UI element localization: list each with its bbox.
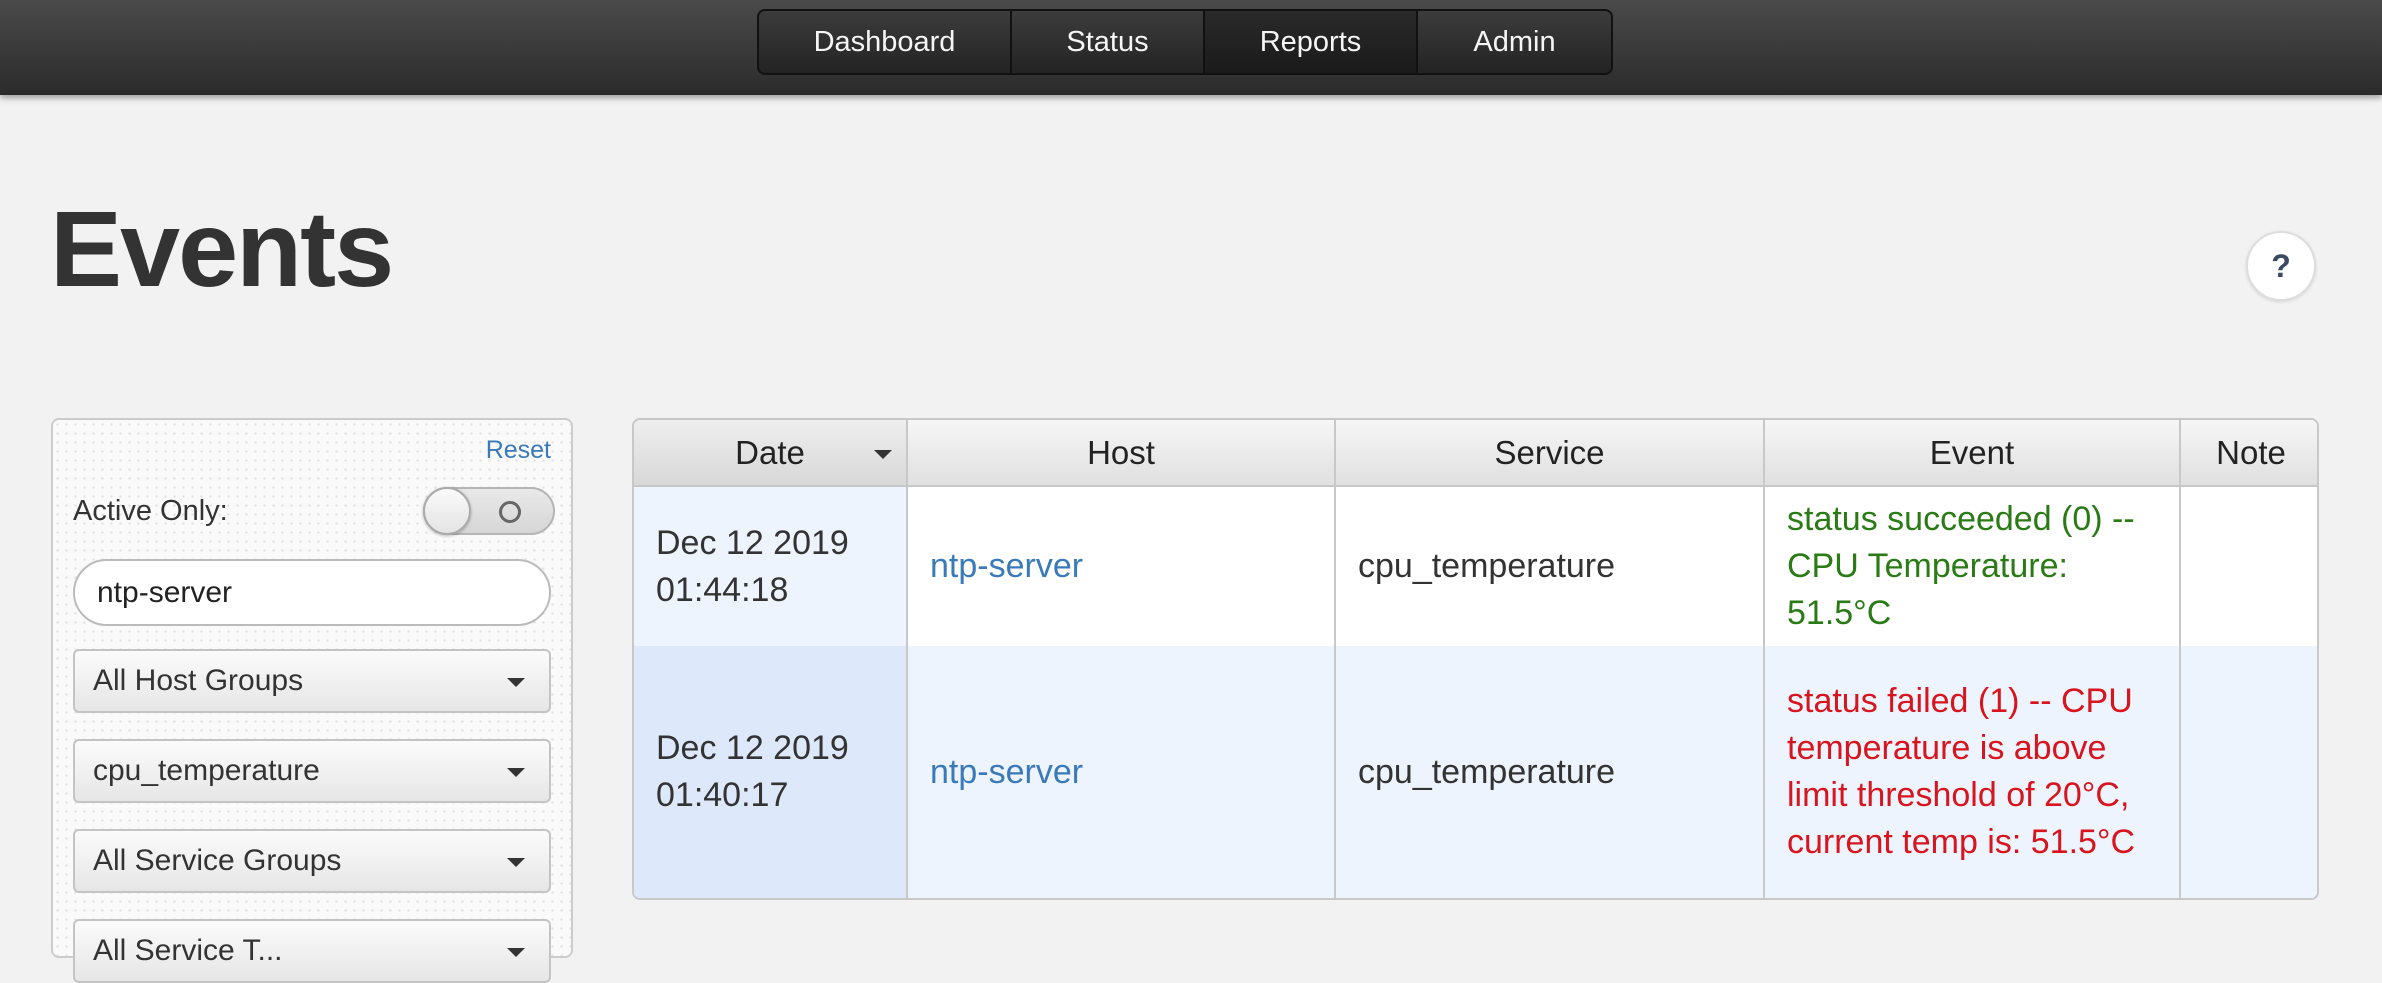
column-header-event[interactable]: Event [1764,420,2181,487]
toggle-knob [423,487,471,535]
event-date: Dec 12 2019 [656,523,849,562]
note-cell [2180,646,2317,898]
service-type-value: All Service T... [93,934,283,967]
host-link[interactable]: ntp-server [930,753,1083,791]
event-time: 01:44:18 [656,570,789,609]
service-group-select[interactable]: All Service Groups [73,829,551,893]
column-header-service[interactable]: Service [1335,420,1765,487]
table-row[interactable]: Dec 12 2019 01:40:17 ntp-server cpu_temp… [634,646,2317,898]
service-value: cpu_temperature [93,754,320,787]
chevron-down-icon [507,948,525,957]
event-time: 01:40:17 [656,776,789,814]
nav-status[interactable]: Status [1012,11,1205,73]
page-title: Events [50,188,394,309]
active-only-label: Active Only: [73,495,228,527]
column-header-host[interactable]: Host [907,420,1336,487]
nav-dashboard[interactable]: Dashboard [759,11,1012,73]
service-cell: cpu_temperature [1335,646,1765,898]
question-mark-icon: ? [2271,247,2291,284]
note-cell [2180,486,2317,646]
event-date: Dec 12 2019 [656,729,849,767]
host-cell: ntp-server [907,486,1336,646]
sort-desc-icon [874,450,892,459]
table-header-row: Date Host Service Event Note [634,420,2317,487]
reset-link[interactable]: Reset [486,436,551,465]
service-type-select[interactable]: All Service T... [73,919,551,983]
service-cell: cpu_temperature [1335,486,1765,646]
date-cell: Dec 12 2019 01:40:17 [634,646,908,898]
host-group-select[interactable]: All Host Groups [73,649,551,713]
event-cell: status failed (1) -- CPU temperature is … [1764,646,2181,898]
host-cell: ntp-server [907,646,1336,898]
nav-admin[interactable]: Admin [1418,11,1611,73]
events-table: Date Host Service Event Note Dec 12 2019… [632,418,2319,900]
filter-panel: Reset Active Only: All Host Groups cpu_t… [51,418,573,983]
service-group-value: All Service Groups [93,844,342,877]
active-only-toggle[interactable] [423,487,555,535]
column-header-note[interactable]: Note [2180,420,2317,487]
nav-reports[interactable]: Reports [1205,11,1418,73]
chevron-down-icon [507,678,525,687]
main-nav: Dashboard Status Reports Admin [757,9,1613,75]
date-cell: Dec 12 2019 01:44:18 [634,486,908,646]
top-navbar: Dashboard Status Reports Admin [0,0,2382,95]
event-cell: status succeeded (0) -- CPU Temperature:… [1764,486,2181,646]
help-button[interactable]: ? [2246,231,2316,301]
toggle-off-icon [499,501,521,523]
table-row[interactable]: Dec 12 2019 01:44:18 ntp-server cpu_temp… [634,486,2317,646]
host-group-value: All Host Groups [93,664,304,697]
host-link[interactable]: ntp-server [930,547,1083,585]
host-search-input[interactable] [73,559,551,626]
column-header-date[interactable]: Date [634,420,908,487]
service-select[interactable]: cpu_temperature [73,739,551,803]
chevron-down-icon [507,858,525,867]
chevron-down-icon [507,768,525,777]
